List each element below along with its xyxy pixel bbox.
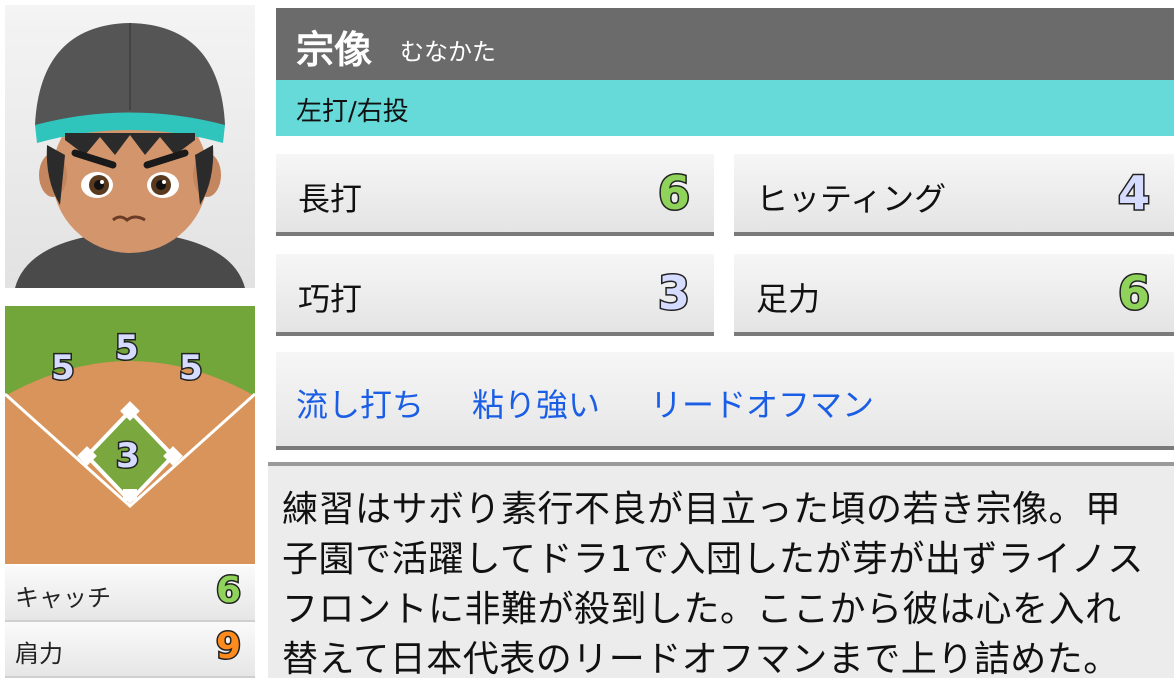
description-line: 替えて日本代表のリードオフマンまで上り詰めた。 <box>282 639 1120 680</box>
defense-row-arm: 肩力 9 <box>5 622 255 678</box>
stat-power: 長打 6 <box>276 154 714 236</box>
ability-item[interactable]: リードオフマン <box>650 380 874 426</box>
player-description: 練習はサボり素行不良が目立った頃の若き宗像。甲 子園で活躍してドラ1で入団したが… <box>268 462 1174 680</box>
player-portrait <box>5 5 255 288</box>
player-avatar-icon <box>15 23 245 288</box>
defense-row-catch: キャッチ 6 <box>5 566 255 622</box>
defense-label-catch: キャッチ <box>15 584 111 612</box>
defense-label-arm: 肩力 <box>15 640 63 668</box>
ability-item[interactable]: 流し打ち <box>296 380 424 426</box>
stat-value-speed: 6 <box>1116 265 1151 322</box>
fielding-diagram: 5 5 5 3 <box>5 306 255 564</box>
handedness-bar: 左打/右投 <box>276 80 1174 136</box>
player-name: 宗像 <box>296 28 373 72</box>
stat-value-power: 6 <box>656 165 691 222</box>
stat-contact: 巧打 3 <box>276 254 714 336</box>
infield-rating: 3 <box>115 435 142 478</box>
player-name-header: 宗像 むなかた <box>276 8 1174 80</box>
stat-label-speed: 足力 <box>756 280 821 318</box>
special-abilities: 流し打ち 粘り強い リードオフマン <box>276 352 1174 450</box>
right-field-rating: 5 <box>178 347 205 390</box>
ability-item[interactable]: 粘り強い <box>472 380 600 426</box>
left-field-rating: 5 <box>50 347 77 390</box>
stat-value-hitting: 4 <box>1116 165 1151 222</box>
description-line: 子園で活躍してドラ1で入団したが芽が出ずライノス <box>282 539 1144 580</box>
stat-label-contact: 巧打 <box>298 280 363 318</box>
stat-speed: 足力 6 <box>734 254 1174 336</box>
stat-value-contact: 3 <box>656 265 691 322</box>
description-line: フロントに非難が殺到した。ここから彼は心を入れ <box>282 589 1122 630</box>
defense-value-arm: 9 <box>214 625 242 669</box>
defense-value-catch: 6 <box>214 569 242 613</box>
handedness-text: 左打/右投 <box>296 97 409 127</box>
player-name-kana: むなかた <box>400 38 496 66</box>
center-field-rating: 5 <box>114 327 141 370</box>
stat-label-power: 長打 <box>298 180 363 218</box>
stat-label-hitting: ヒッティング <box>756 180 947 218</box>
description-line: 練習はサボり素行不良が目立った頃の若き宗像。甲 <box>282 489 1122 530</box>
stat-hitting: ヒッティング 4 <box>734 154 1174 236</box>
